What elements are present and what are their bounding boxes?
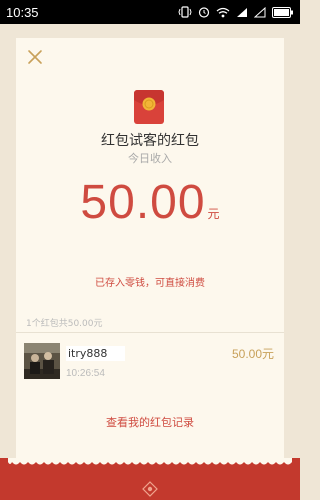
red-packet-seal-icon xyxy=(142,481,158,497)
signal-icon xyxy=(236,7,248,18)
amount-display: 50.00 元 xyxy=(16,176,284,230)
red-packet-detail-card: 红包试客的红包 今日收入 50.00 元 已存入零钱，可直接消费 1个红包共50.… xyxy=(16,38,284,500)
alarm-icon xyxy=(198,6,210,18)
vibrate-icon xyxy=(178,6,192,18)
close-icon[interactable] xyxy=(26,48,44,66)
signal-icon-secondary xyxy=(254,6,266,18)
wifi-icon xyxy=(216,7,230,18)
record-time: 10:26:54 xyxy=(66,368,105,379)
saved-to-wallet-link[interactable]: 已存入零钱，可直接消费 xyxy=(16,274,284,289)
red-packet-icon xyxy=(134,90,164,124)
scalloped-edge xyxy=(8,458,292,465)
list-item[interactable]: itry888 10:26:54 50.00元 xyxy=(16,338,284,388)
amount-unit: 元 xyxy=(207,207,220,221)
status-time: 10:35 xyxy=(6,4,39,20)
avatar xyxy=(24,343,60,379)
record-sender-name: itry888 xyxy=(66,346,126,361)
status-bar: 10:35 xyxy=(0,0,300,24)
status-icons xyxy=(178,6,294,18)
divider xyxy=(16,332,284,333)
record-amount: 50.00元 xyxy=(231,347,274,361)
packet-subtitle: 今日收入 xyxy=(128,152,172,165)
amount-value: 50.00 xyxy=(80,176,206,229)
battery-icon xyxy=(272,6,294,18)
sender-name: 红包试客的红包 xyxy=(101,133,199,149)
records-summary: 1个红包共50.00元 xyxy=(26,319,103,329)
view-my-red-packet-records-link[interactable]: 查看我的红包记录 xyxy=(16,414,284,430)
